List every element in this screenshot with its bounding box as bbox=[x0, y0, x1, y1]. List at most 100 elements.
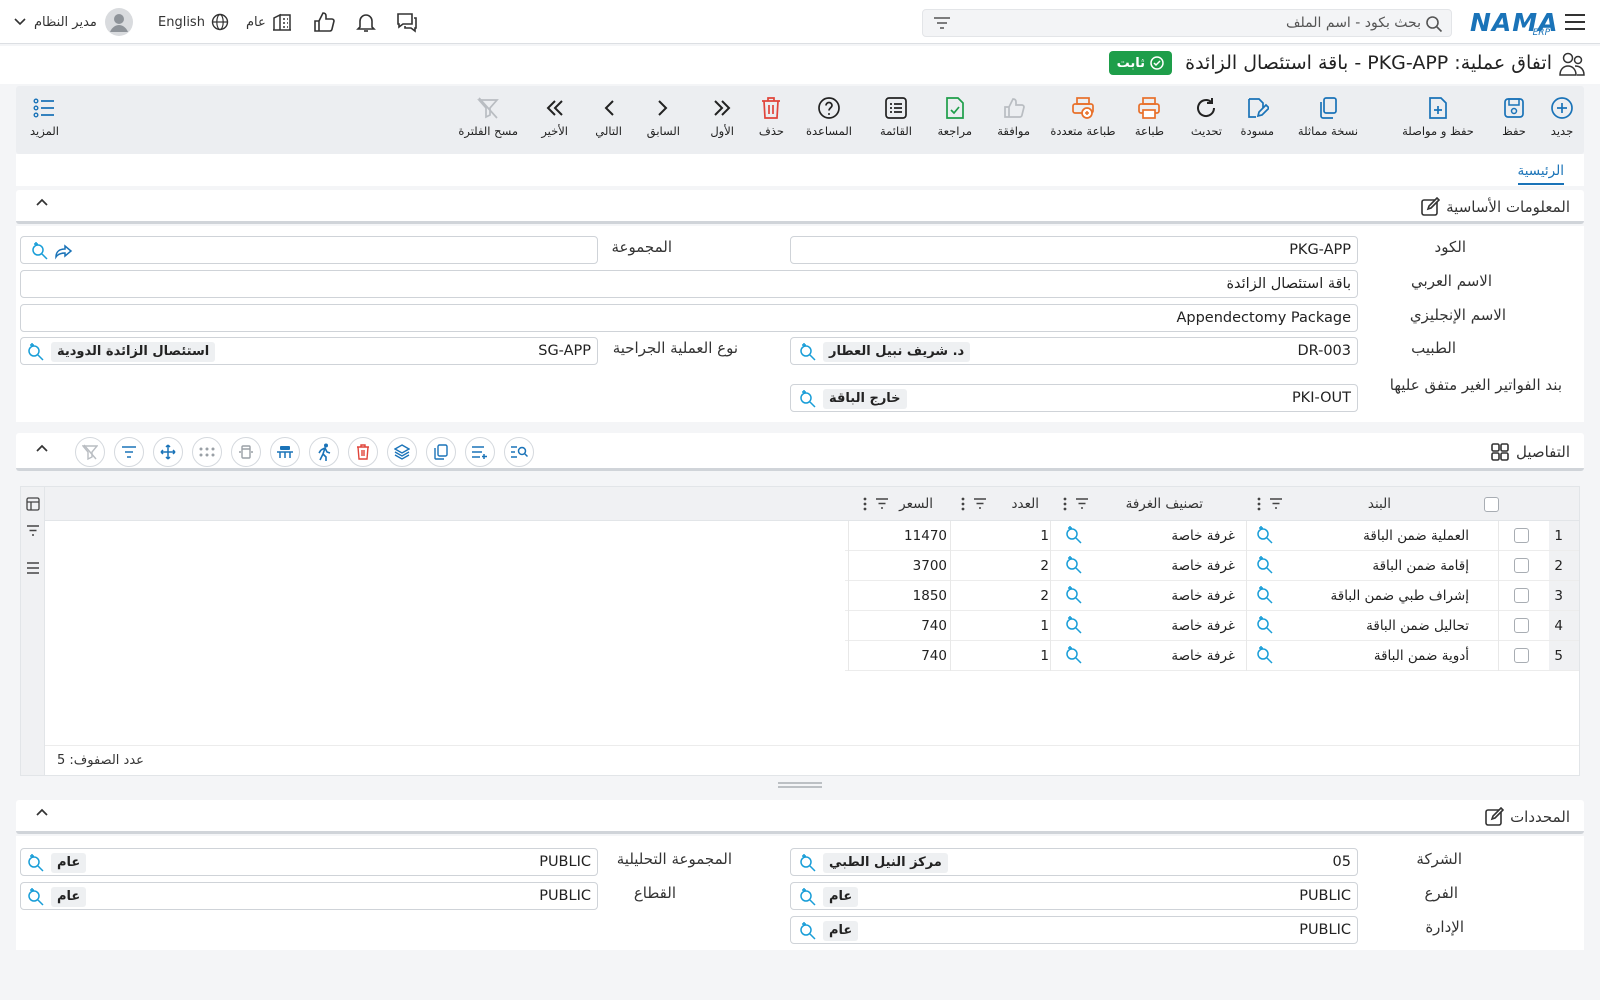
company-field[interactable]: 05 مركز النيل الطبي bbox=[790, 848, 1358, 876]
search-add-icon[interactable] bbox=[1256, 586, 1274, 604]
table-row[interactable]: 2 إقامة ضمن الباقة غرفة خاصة 2 3700 bbox=[845, 551, 1579, 581]
help-button[interactable]: المساعدة bbox=[806, 94, 852, 148]
search-add-icon[interactable] bbox=[799, 854, 817, 872]
search-add-icon[interactable] bbox=[799, 922, 817, 940]
grid-fit-columns-button[interactable] bbox=[231, 437, 261, 467]
grid-move-button[interactable] bbox=[153, 437, 183, 467]
grid-filter-button[interactable] bbox=[114, 437, 144, 467]
search-add-icon[interactable] bbox=[31, 242, 49, 260]
search-add-icon[interactable] bbox=[1065, 646, 1083, 664]
table-row[interactable]: 5 أدوية ضمن الباقة غرفة خاصة 1 740 bbox=[845, 641, 1579, 671]
sector-field[interactable]: PUBLIC عام bbox=[20, 882, 598, 910]
branch-selector[interactable]: عام bbox=[246, 0, 292, 44]
chevron-up-icon[interactable] bbox=[36, 198, 48, 206]
grid-add-row-button[interactable] bbox=[465, 437, 495, 467]
column-filter-icon[interactable] bbox=[1075, 498, 1089, 509]
next-button[interactable]: التالي bbox=[595, 94, 622, 148]
grid-search-button[interactable] bbox=[504, 437, 534, 467]
surgery-type-field[interactable]: SG-APP استئصال الزائدة الدودية bbox=[20, 337, 598, 365]
duplicate-button[interactable]: نسخة مماثلة bbox=[1298, 94, 1358, 148]
list-button[interactable]: القائمة bbox=[880, 94, 912, 148]
search-add-icon[interactable] bbox=[1065, 616, 1083, 634]
column-filter-icon[interactable] bbox=[875, 498, 889, 509]
group-field[interactable] bbox=[20, 236, 598, 264]
search-add-icon[interactable] bbox=[799, 343, 817, 361]
search-add-icon[interactable] bbox=[1065, 526, 1083, 544]
column-filter-icon[interactable] bbox=[1269, 498, 1283, 509]
row-checkbox[interactable] bbox=[1514, 558, 1529, 573]
column-menu-icon[interactable] bbox=[1257, 497, 1261, 511]
search-icon[interactable] bbox=[1425, 15, 1443, 33]
menu-lines-icon[interactable] bbox=[26, 562, 40, 574]
save-button[interactable]: حفظ bbox=[1502, 94, 1526, 148]
last-button[interactable]: الأخير bbox=[541, 94, 568, 148]
first-button[interactable]: الأول bbox=[710, 94, 734, 148]
print-button[interactable]: طباعة bbox=[1135, 94, 1164, 148]
table-row[interactable]: 4 تحاليل ضمن الباقة غرفة خاصة 1 740 bbox=[845, 611, 1579, 641]
unagreed-invoice-field[interactable]: PKI-OUT خارج الباقة bbox=[790, 384, 1358, 412]
search-add-icon[interactable] bbox=[1065, 556, 1083, 574]
clear-filter-button[interactable]: مسح الفلترة bbox=[458, 94, 518, 148]
grid-run-button[interactable] bbox=[309, 437, 339, 467]
row-checkbox[interactable] bbox=[1514, 618, 1529, 633]
row-checkbox[interactable] bbox=[1514, 588, 1529, 603]
user-menu[interactable]: مدير النظام bbox=[14, 0, 133, 44]
search-add-icon[interactable] bbox=[27, 888, 45, 906]
delete-button[interactable]: حذف bbox=[759, 94, 784, 148]
search-add-icon[interactable] bbox=[1256, 616, 1274, 634]
code-field[interactable]: PKG-APP bbox=[790, 236, 1358, 264]
share-icon[interactable] bbox=[55, 242, 73, 260]
filter-icon[interactable] bbox=[933, 16, 951, 30]
grid-group-button[interactable] bbox=[270, 437, 300, 467]
grid-copy-button[interactable] bbox=[426, 437, 456, 467]
multi-print-button[interactable]: طباعة متعددة bbox=[1048, 94, 1118, 148]
save-continue-button[interactable]: حفظ و مواصلة bbox=[1400, 94, 1476, 148]
new-button[interactable]: جديد bbox=[1550, 94, 1574, 148]
search-add-icon[interactable] bbox=[1256, 556, 1274, 574]
bell-icon[interactable] bbox=[355, 0, 377, 44]
approve-button[interactable]: موافقة bbox=[997, 94, 1030, 148]
grid-clear-filter-button[interactable] bbox=[75, 437, 105, 467]
thumbs-up-icon[interactable] bbox=[313, 0, 335, 44]
grid-delete-button[interactable] bbox=[348, 437, 378, 467]
row-checkbox[interactable] bbox=[1514, 648, 1529, 663]
grid-dots-button[interactable] bbox=[192, 437, 222, 467]
table-settings-icon[interactable] bbox=[26, 497, 40, 511]
search-input[interactable] bbox=[963, 13, 1421, 33]
resize-handle[interactable] bbox=[776, 780, 824, 790]
column-filter-icon[interactable] bbox=[973, 498, 987, 509]
tab-main[interactable]: الرئيسية bbox=[1517, 160, 1564, 185]
review-button[interactable]: مراجعة bbox=[937, 94, 972, 148]
previous-button[interactable]: السابق bbox=[647, 94, 680, 148]
chevron-up-icon[interactable] bbox=[36, 444, 48, 452]
table-row[interactable]: 1 العملية ضمن الباقة غرفة خاصة 1 11470 bbox=[845, 521, 1579, 551]
arabic-name-field[interactable]: باقة استئصال الزائدة bbox=[20, 270, 1358, 298]
column-menu-icon[interactable] bbox=[1063, 497, 1067, 511]
chevron-up-icon[interactable] bbox=[36, 808, 48, 816]
search-add-icon[interactable] bbox=[27, 343, 45, 361]
search-add-icon[interactable] bbox=[799, 888, 817, 906]
table-row[interactable]: 3 إشراف طبي ضمن الباقة غرفة خاصة 2 1850 bbox=[845, 581, 1579, 611]
column-menu-icon[interactable] bbox=[863, 497, 867, 511]
column-menu-icon[interactable] bbox=[961, 497, 965, 511]
row-checkbox[interactable] bbox=[1514, 528, 1529, 543]
search-add-icon[interactable] bbox=[27, 854, 45, 872]
search-add-icon[interactable] bbox=[1256, 526, 1274, 544]
draft-button[interactable]: مسودة bbox=[1240, 94, 1274, 148]
department-field[interactable]: PUBLIC عام bbox=[790, 916, 1358, 944]
dimensions-section-header[interactable]: المحددات bbox=[16, 800, 1584, 834]
more-button[interactable]: المزيد bbox=[30, 94, 59, 148]
basic-info-section-header[interactable]: المعلومات الأساسية bbox=[16, 190, 1584, 224]
analytic-group-field[interactable]: PUBLIC عام bbox=[20, 848, 598, 876]
search-add-icon[interactable] bbox=[799, 390, 817, 408]
search-add-icon[interactable] bbox=[1065, 586, 1083, 604]
filter-lines-icon[interactable] bbox=[26, 525, 40, 536]
hamburger-menu-icon[interactable] bbox=[1564, 0, 1586, 44]
refresh-button[interactable]: تحديث bbox=[1191, 94, 1222, 148]
doctor-field[interactable]: DR-003 د. شريف نبيل العطار bbox=[790, 337, 1358, 365]
chat-icon[interactable] bbox=[395, 0, 419, 44]
english-name-field[interactable]: Appendectomy Package bbox=[20, 304, 1358, 332]
select-all-checkbox[interactable] bbox=[1484, 497, 1499, 512]
search-add-icon[interactable] bbox=[1256, 646, 1274, 664]
branch-field[interactable]: PUBLIC عام bbox=[790, 882, 1358, 910]
